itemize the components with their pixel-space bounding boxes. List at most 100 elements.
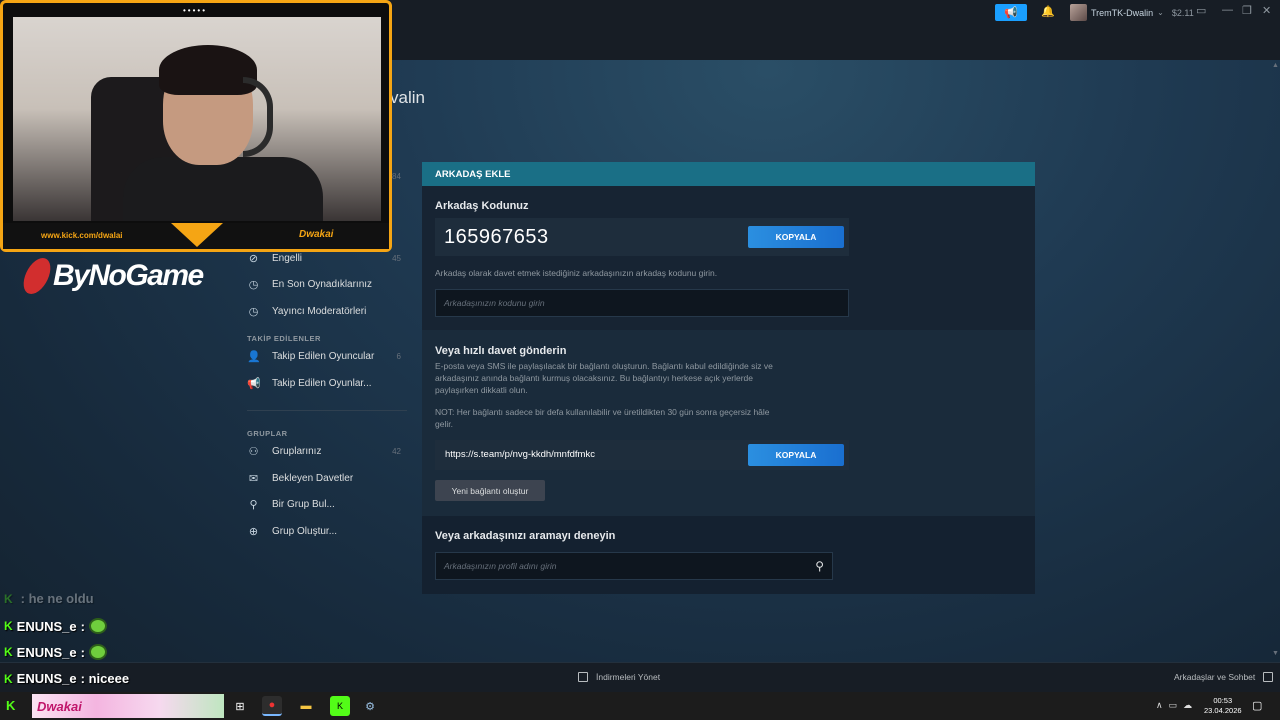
cloud-icon: ☁	[1183, 700, 1193, 710]
task-view-icon[interactable]: ⊞	[230, 696, 250, 716]
chat-user: ENUNS_e	[16, 671, 77, 686]
copy-link-button[interactable]: KOPYALA	[748, 444, 844, 466]
chat-message: K ENUNS_e:	[4, 618, 107, 634]
webcam-person-body	[123, 157, 323, 221]
envelope-icon: ✉	[248, 472, 259, 485]
webcam-headphones	[243, 77, 273, 157]
sidebar-item-broadcast-moderators[interactable]: ◷ Yayıncı Moderatörleri	[247, 302, 407, 320]
sidebar-item-count: 45	[392, 253, 401, 263]
chevron-down-icon: ⌄	[1157, 8, 1164, 17]
friends-chat-label: Arkadaşlar ve Sohbet	[1174, 672, 1256, 682]
chat-message: K ENUNS_e:	[4, 644, 107, 660]
quick-invite-desc-1: E-posta veya SMS ile paylaşılacak bir ba…	[435, 361, 773, 371]
quick-invite-desc-2: arkadaşınız anında bağlantı kurmuş olaca…	[435, 373, 753, 383]
sidebar-item-pending-invites[interactable]: ✉ Bekleyen Davetler	[247, 469, 407, 487]
friend-code-input[interactable]: Arkadaşınızın kodunu girin	[435, 289, 849, 317]
minimize-button[interactable]: —	[1222, 4, 1233, 16]
sidebar-item-label: Takip Edilen Oyuncular	[272, 350, 375, 362]
sidebar-divider	[247, 410, 407, 411]
kick-icon: K	[4, 671, 13, 686]
close-button[interactable]: ✕	[1262, 4, 1271, 17]
megaphone-icon: 📢	[247, 377, 261, 390]
steam-icon[interactable]: ⚙	[360, 696, 380, 716]
clock-time: 00:53	[1213, 696, 1233, 705]
invite-link-box: https://s.team/p/nvg-kkdh/mnfdfmkc KOPYA…	[435, 440, 849, 470]
scroll-down-arrow[interactable]: ▼	[1272, 650, 1279, 657]
sidebar-item-count: 6	[396, 351, 401, 361]
kick-icon: K	[4, 591, 13, 606]
sidebar-item-label: Engelli	[272, 252, 303, 264]
network-icon: ▭	[1168, 700, 1178, 710]
sidebar-item-create-group[interactable]: ⊕ Grup Oluştur...	[247, 522, 407, 540]
quick-invite-title: Veya hızlı davet gönderin	[435, 345, 567, 357]
sidebar-item-label: Bir Grup Bul...	[272, 498, 335, 510]
friend-code-title: Arkadaş Kodunuz	[435, 200, 529, 212]
file-explorer-icon[interactable]: ▬	[296, 696, 316, 716]
system-tray[interactable]: ∧ ▭ ☁	[1156, 700, 1192, 711]
clock-icon: ◷	[248, 305, 259, 318]
page-title: valin	[390, 88, 425, 107]
sidebar-item-followed-games[interactable]: 📢 Takip Edilen Oyunlar...	[247, 374, 407, 392]
clock-date: 23.04.2026	[1204, 706, 1242, 715]
sidebar-item-find-group[interactable]: ⚲ Bir Grup Bul...	[247, 495, 407, 513]
quick-invite-note-1: NOT: Her bağlantı sadece bir defa kullan…	[435, 407, 770, 417]
profile-search-input[interactable]: Arkadaşınızın profil adını girin ⚲	[435, 552, 833, 580]
webcam-dots: •••••	[183, 6, 208, 15]
maximize-button[interactable]: ❐	[1242, 4, 1252, 17]
bynogame-icon	[19, 258, 55, 294]
kick-icon: K	[4, 645, 13, 659]
announcement-button[interactable]: 📢	[995, 4, 1027, 21]
kick-app-icon[interactable]: K	[330, 696, 350, 716]
search-icon[interactable]: ⚲	[815, 559, 824, 573]
friend-code-box: 165967653 KOPYALA	[435, 218, 849, 256]
chat-colon: :	[80, 618, 85, 634]
search-friend-section: Veya arkadaşınızı aramayı deneyin Arkada…	[422, 516, 1035, 594]
user-follow-icon: 👤	[247, 350, 261, 363]
stream-banner: Dwakai	[32, 694, 224, 718]
webcam-footer: www.kick.com/dwalai Dwakai	[3, 223, 389, 249]
plus-circle-icon: ⊕	[248, 525, 259, 538]
notification-center-icon[interactable]: ▢	[1252, 699, 1262, 712]
taskbar-clock[interactable]: 00:53 23.04.2026	[1204, 696, 1242, 716]
search-icon: ⚲	[249, 498, 258, 511]
sponsor-text: ByNoGame	[53, 259, 204, 292]
emote-icon	[88, 644, 107, 660]
manage-downloads-button[interactable]: İndirmeleri Yönet	[578, 672, 660, 682]
avatar	[1070, 4, 1087, 21]
quick-invite-desc-3: paylaşırken dikkatli olun.	[435, 385, 528, 395]
webcam-video	[13, 17, 381, 221]
chat-text: : niceee	[80, 671, 130, 686]
invite-link-value[interactable]: https://s.team/p/nvg-kkdh/mnfdfmkc	[445, 449, 595, 460]
scroll-up-arrow[interactable]: ▲	[1272, 62, 1279, 69]
quick-invite-note-2: gelir.	[435, 419, 453, 429]
groups-icon: ⚇	[248, 445, 259, 458]
kick-icon: K	[4, 619, 13, 633]
chat-message: K : he ne oldu	[4, 591, 94, 606]
downloads-label: İndirmeleri Yönet	[596, 672, 661, 682]
sidebar-count: 84	[392, 172, 401, 181]
kick-start-icon[interactable]: K	[6, 698, 15, 713]
big-picture-icon[interactable]: ▭	[1196, 4, 1206, 17]
sidebar-item-label: Grup Oluştur...	[272, 525, 338, 537]
copy-code-button[interactable]: KOPYALA	[748, 226, 844, 248]
user-menu[interactable]: TremTK-Dwalin ⌄ $2.11	[1070, 3, 1194, 22]
chrome-icon[interactable]: ●	[262, 696, 282, 716]
notification-bell-icon[interactable]: 🔔	[1041, 5, 1055, 18]
webcam-url: www.kick.com/dwalai	[41, 231, 123, 240]
sidebar-item-label: En Son Oynadıklarınız	[272, 278, 373, 290]
chat-user: ENUNS_e	[16, 618, 77, 634]
sidebar-item-recently-played[interactable]: ◷ En Son Oynadıklarınız	[247, 275, 407, 293]
megaphone-icon: 📢	[1004, 7, 1018, 19]
download-icon	[578, 672, 588, 682]
search-friend-title: Veya arkadaşınızı aramayı deneyin	[435, 530, 616, 542]
add-friend-header: ARKADAŞ EKLE	[422, 162, 1035, 186]
friends-chat-button[interactable]: Arkadaşlar ve Sohbet	[1174, 672, 1274, 682]
friend-code-help: Arkadaş olarak davet etmek istediğiniz a…	[435, 268, 718, 278]
new-link-button[interactable]: Yeni bağlantı oluştur	[435, 480, 545, 501]
webcam-streamer-name: Dwakai	[299, 229, 334, 240]
sidebar-item-your-groups[interactable]: ⚇ Gruplarınız 42	[247, 442, 407, 460]
add-friend-panel: Arkadaş Kodunuz 165967653 KOPYALA Arkada…	[422, 186, 1035, 594]
friend-code-section: Arkadaş Kodunuz 165967653 KOPYALA Arkada…	[422, 186, 1035, 330]
followed-heading: TAKİP EDİLENLER	[247, 334, 321, 343]
sidebar-item-followed-players[interactable]: 👤 Takip Edilen Oyuncular 6	[247, 347, 407, 365]
